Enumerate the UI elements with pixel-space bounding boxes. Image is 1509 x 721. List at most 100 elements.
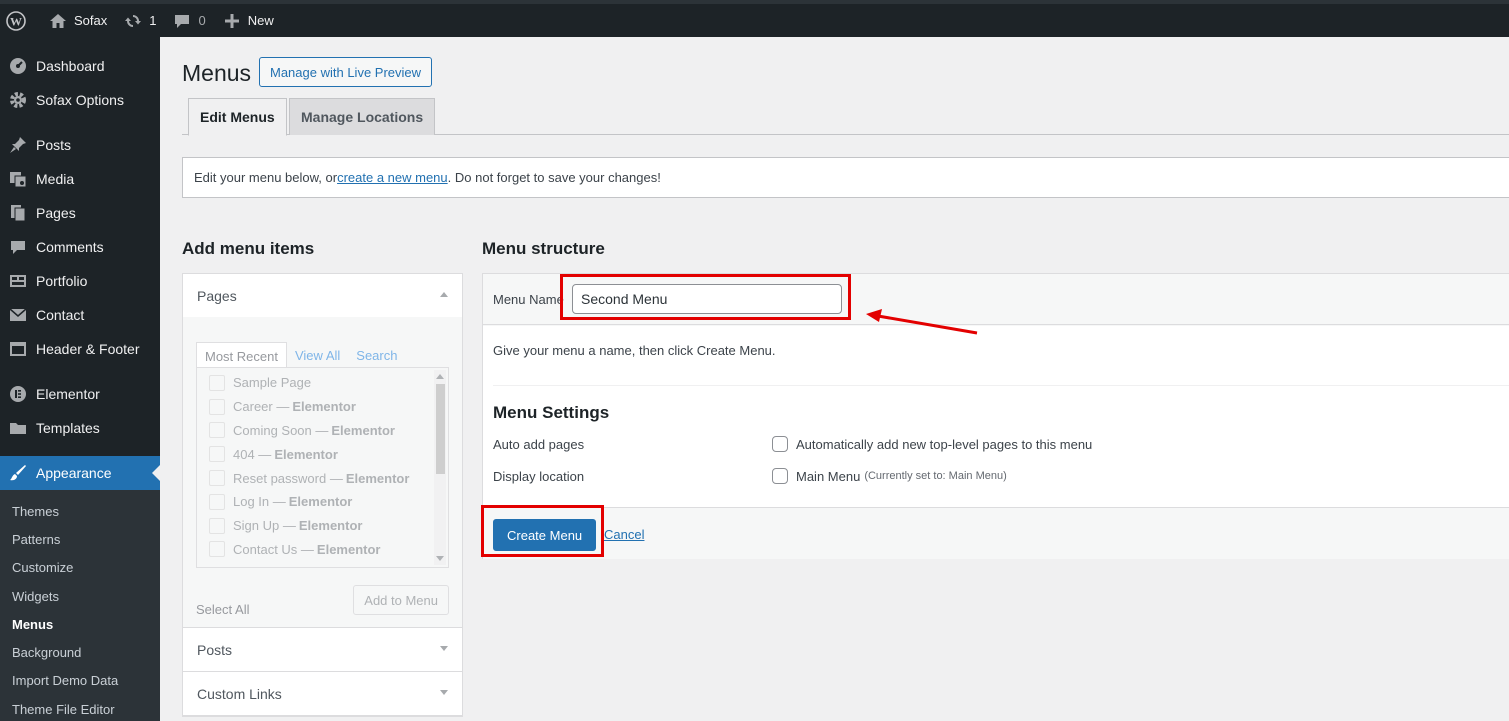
auto-add-pages-label: Auto add pages [493,437,585,452]
select-all-checkbox-label[interactable]: Select All [196,602,249,617]
tab-manage-locations[interactable]: Manage Locations [289,98,436,135]
pages-section-body: Most Recent View All Search Sample Page … [183,317,462,627]
page-type: Elementor [345,470,410,486]
pages-tabs: Most Recent View All Search [196,342,405,368]
sidebar-item-label: Contact [36,307,85,323]
brush-icon [8,463,28,483]
sidebar-item-comments[interactable]: Comments [0,230,160,264]
add-menu-items-accordion: Pages Most Recent View All Search Sample… [182,273,463,717]
tab-most-recent[interactable]: Most Recent [196,342,287,368]
list-item[interactable]: Career — Elementor [197,395,448,419]
manage-menus-notice: Edit your menu below, or create a new me… [182,157,1509,198]
tab-view-all[interactable]: View All [287,342,348,368]
sidebar-item-sofax-options[interactable]: Sofax Options [0,83,160,117]
pages-section: Pages Most Recent View All Search Sample… [183,274,462,628]
sidebar-item-pages[interactable]: Pages [0,196,160,230]
auto-add-text: Automatically add new top-level pages to… [796,436,1093,452]
submenu-item-background[interactable]: Background [0,638,160,666]
updates-link[interactable]: 1 [115,4,164,37]
list-item[interactable]: Contact Us — Elementor [197,538,448,562]
sidebar-item-posts[interactable]: Posts [0,128,160,162]
media-icon [8,169,28,189]
main-menu-checkbox[interactable] [772,468,788,484]
sidebar-item-elementor[interactable]: Elementor [0,377,160,411]
comments-link[interactable]: 0 [164,4,213,37]
admin-bar: W Sofax 1 0 New [0,0,1509,37]
page-type: Elementor [331,422,395,438]
checkbox[interactable] [209,493,225,510]
custom-links-section-header[interactable]: Custom Links [183,672,462,715]
submenu-item-patterns[interactable]: Patterns [0,525,160,553]
sidebar-item-appearance[interactable]: Appearance [0,456,160,490]
main-menu-location-option[interactable]: Main Menu (Currently set to: Main Menu) [772,468,1007,484]
list-item[interactable]: Coming Soon — Elementor [197,419,448,443]
list-item[interactable]: Log In — Elementor [197,490,448,514]
pin-icon [8,135,28,155]
page-type: Elementor [298,518,363,534]
tab-edit-menus[interactable]: Edit Menus [188,98,287,136]
notice-text-after: . Do not forget to save your changes! [447,170,661,185]
submenu-item-menus[interactable]: Menus [0,610,160,638]
create-new-menu-link[interactable]: create a new menu [337,170,448,185]
scroll-up-arrow-icon[interactable] [436,374,444,379]
wordpress-icon: W [6,10,26,31]
annotation-highlight-create-button [481,505,604,557]
checklist-scrollbar[interactable] [434,370,446,565]
auto-add-checkbox[interactable] [772,436,788,452]
checkbox[interactable] [209,422,225,439]
site-name-link[interactable]: Sofax [40,4,115,37]
submenu-item-themes[interactable]: Themes [0,497,160,525]
sidebar-item-portfolio[interactable]: Portfolio [0,264,160,298]
page-name: 404 — [233,446,272,462]
layout-icon [8,339,28,359]
page-name: Sign Up — [233,518,296,534]
sidebar-item-header-footer[interactable]: Header & Footer [0,332,160,366]
submenu-item-widgets[interactable]: Widgets [0,582,160,610]
sidebar-item-label: Posts [36,137,72,153]
submenu-item-customize[interactable]: Customize [0,554,160,582]
menu-instructions: Give your menu a name, then click Create… [493,343,776,358]
list-item[interactable]: Sample Page [197,371,448,395]
submenu-item-theme-file-editor[interactable]: Theme File Editor [0,695,160,721]
sidebar-item-label: Comments [36,239,104,255]
list-item[interactable]: 404 — Elementor [197,442,448,466]
checkbox[interactable] [209,446,225,463]
add-menu-items-title: Add menu items [182,239,315,258]
auto-add-pages-option[interactable]: Automatically add new top-level pages to… [772,436,1092,452]
dashboard-icon [8,56,28,76]
checkbox[interactable] [209,541,225,558]
checkbox[interactable] [209,398,225,415]
pages-section-header[interactable]: Pages [183,274,462,317]
sidebar-item-dashboard[interactable]: Dashboard [0,49,160,83]
posts-section: Posts [183,628,462,672]
checkbox[interactable] [209,517,225,534]
list-item[interactable]: Reset password — Elementor [197,466,448,490]
sidebar-item-label: Header & Footer [36,341,140,357]
cancel-link[interactable]: Cancel [604,527,644,542]
page-type: Elementor [316,541,381,557]
new-content-link[interactable]: New [214,4,282,37]
page-name: Career — [233,399,290,415]
page-type: Elementor [292,399,356,415]
posts-section-header[interactable]: Posts [183,628,462,671]
menu-name-label: Menu Name [493,292,564,307]
sidebar-item-media[interactable]: Media [0,162,160,196]
list-item[interactable]: Sign Up — Elementor [197,514,448,538]
sidebar-item-contact[interactable]: Contact [0,298,160,332]
add-to-menu-button[interactable]: Add to Menu [353,585,449,615]
scroll-down-arrow-icon[interactable] [436,556,444,561]
tab-search[interactable]: Search [348,342,405,368]
page-title: Menus [182,60,252,86]
scrollbar-thumb[interactable] [436,384,445,474]
wordpress-logo-button[interactable]: W [0,4,40,37]
live-preview-button[interactable]: Manage with Live Preview [259,57,433,87]
expand-arrow-icon [440,646,448,651]
submenu-item-import-demo-data[interactable]: Import Demo Data [0,667,160,695]
checkbox[interactable] [209,470,225,487]
menu-footer: Create Menu Cancel [483,507,1509,559]
admin-sidebar: Dashboard Sofax Options Posts Media Page… [0,37,160,721]
home-icon [48,11,68,31]
sidebar-item-label: Pages [36,205,76,221]
checkbox[interactable] [209,374,225,391]
sidebar-item-templates[interactable]: Templates [0,411,160,445]
